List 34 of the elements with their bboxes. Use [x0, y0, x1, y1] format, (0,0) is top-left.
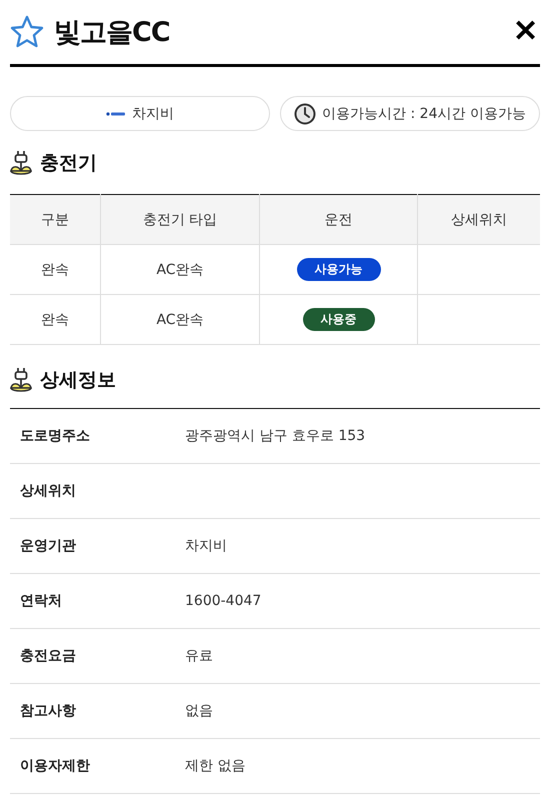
- detail-label: 참고사항: [19, 702, 77, 720]
- table-cell: AC완속: [100, 244, 260, 294]
- detail-value: 없음: [185, 702, 213, 720]
- detail-value: 유료: [185, 647, 213, 665]
- detail-label: 충전요금: [19, 647, 77, 665]
- column-header: 운전: [260, 194, 418, 244]
- detail-value: 광주광역시 남구 효우로 153: [185, 427, 366, 445]
- close-button[interactable]: ✕: [511, 17, 540, 47]
- table-cell: AC완속: [100, 294, 260, 344]
- station-title: 빛고을CC: [54, 16, 171, 50]
- clock-icon: [294, 102, 316, 124]
- detail-value: 제한 없음: [185, 757, 246, 775]
- status-badge: 사용중: [302, 308, 374, 331]
- column-header: 구분: [10, 194, 100, 244]
- detail-label: 이용자제한: [19, 757, 91, 775]
- table-cell: 완속: [10, 244, 100, 294]
- detail-value: 차지비: [185, 537, 227, 555]
- pill-text: 이용가능시간 : 24시간 이용가능: [322, 104, 526, 122]
- section-title: 상세정보: [40, 368, 116, 393]
- status-badge: 사용가능: [296, 258, 380, 281]
- detail-value: 1600-4047: [185, 593, 262, 609]
- detail-label: 도로명주소: [19, 427, 91, 445]
- plug-icon: [10, 150, 34, 176]
- section-title: 충전기: [40, 151, 97, 176]
- detail-label: 운영기관: [19, 537, 77, 555]
- logo-icon: [106, 110, 126, 118]
- star-icon[interactable]: [10, 15, 44, 49]
- table-cell: 완속: [10, 294, 100, 344]
- pill-text: 차지비: [132, 104, 174, 122]
- detail-label: 상세위치: [19, 482, 77, 500]
- detail-label: 연락처: [19, 592, 63, 610]
- plug-icon: [10, 367, 34, 393]
- column-header: 충전기 타입: [100, 194, 260, 244]
- column-header: 상세위치: [418, 194, 540, 244]
